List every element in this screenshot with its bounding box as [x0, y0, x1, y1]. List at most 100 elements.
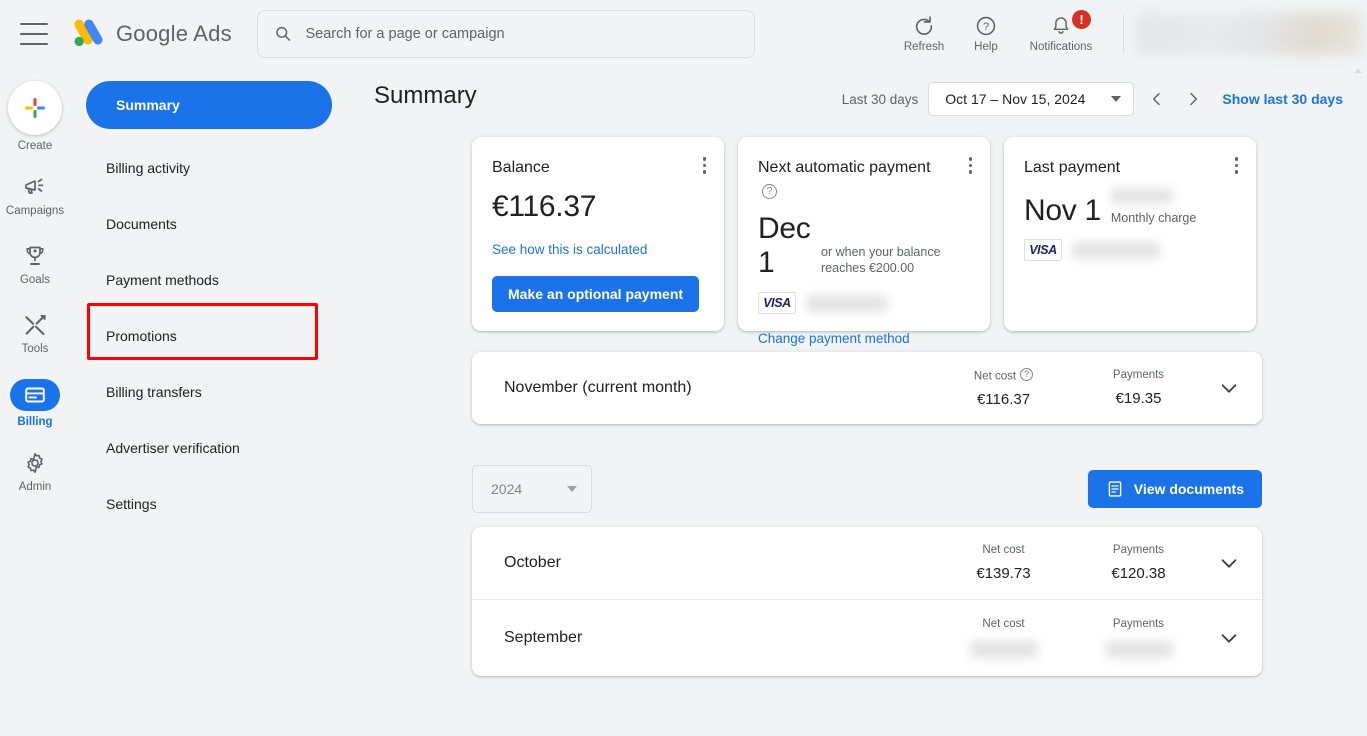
brand-google: Google [116, 20, 189, 46]
expand-september-button[interactable] [1206, 627, 1240, 649]
page-title: Summary [374, 82, 477, 109]
notifications-label: Notifications [1029, 40, 1093, 53]
chevron-down-icon [567, 486, 577, 492]
next-payment-card-number-redacted [806, 294, 888, 312]
balance-card: Balance €116.37 See how this is calculat… [472, 137, 724, 331]
chevron-down-icon [1221, 634, 1237, 643]
payments-label: Payments [1112, 369, 1165, 381]
sidebar-item-billing-transfers[interactable]: Billing transfers [86, 374, 360, 409]
history-month-name-0: October [504, 554, 561, 571]
bell-icon [1053, 16, 1069, 34]
date-range-select[interactable]: Oct 17 – Nov 15, 2024 [928, 82, 1135, 116]
help-icon: ? [976, 16, 996, 35]
balance-amount: €116.37 [492, 190, 597, 223]
search-bar[interactable] [256, 9, 755, 58]
help-label: Help [974, 40, 998, 53]
megaphone-icon [22, 174, 48, 200]
trophy-icon [22, 243, 48, 269]
notification-badge: ! [1072, 9, 1091, 29]
sidebar-label-summary: Summary [116, 97, 180, 113]
net-cost-label: Net cost [982, 544, 1025, 556]
app-header: Google Ads Refresh ? Help [0, 0, 1367, 67]
help-circle-icon[interactable]: ? [762, 183, 777, 199]
history-payments-0: Payments €120.38 [1071, 544, 1206, 582]
table-row[interactable]: November (current month) Net cost? €116.… [472, 352, 1262, 424]
year-select[interactable]: 2024 [472, 465, 592, 513]
history-net-cost-0: Net cost €139.73 [936, 544, 1071, 582]
search-input[interactable] [305, 25, 738, 42]
sidebar-label-advertiser-verification: Advertiser verification [106, 439, 240, 456]
balance-card-menu-icon[interactable] [702, 157, 706, 174]
view-documents-label: View documents [1133, 481, 1244, 497]
history-net-cost-1: Net cost [936, 618, 1071, 658]
header-divider [1123, 14, 1124, 53]
hamburger-icon[interactable] [20, 22, 48, 45]
rail-item-billing[interactable]: Billing [0, 379, 70, 428]
refresh-button[interactable]: Refresh [893, 15, 955, 53]
make-optional-payment-button[interactable]: Make an optional payment [492, 276, 700, 312]
refresh-icon [915, 15, 933, 35]
create-button-circle[interactable] [8, 81, 62, 135]
table-row[interactable]: September Net cost Payments [472, 600, 1262, 676]
billing-active-pill [10, 379, 60, 411]
refresh-label: Refresh [903, 40, 945, 53]
net-cost-label: Net cost [982, 618, 1025, 630]
brand-ads: Ads [193, 20, 232, 46]
last-payment-card-menu-icon[interactable] [1234, 157, 1238, 174]
rail-item-create[interactable]: Create [0, 81, 70, 152]
account-info-redacted[interactable] [1136, 12, 1361, 55]
sidebar-label-billing-transfers: Billing transfers [106, 383, 202, 400]
sidebar-item-advertiser-verification[interactable]: Advertiser verification [86, 430, 360, 465]
change-payment-method-link[interactable]: Change payment method [758, 331, 970, 346]
previous-period-button[interactable] [1144, 86, 1170, 112]
rail-label-goals: Goals [19, 274, 51, 286]
table-row[interactable]: October Net cost €139.73 Payments €120.3… [472, 527, 1262, 599]
google-ads-logo[interactable]: Google Ads [70, 17, 232, 51]
sidebar-item-settings[interactable]: Settings [86, 486, 360, 521]
history-payments-1: Payments [1071, 618, 1206, 658]
next-payment-title-text: Next automatic payment [758, 159, 931, 176]
rail-label-campaigns: Campaigns [5, 205, 65, 217]
net-cost-label-text: Net cost [973, 370, 1017, 383]
summary-cards: Balance €116.37 See how this is calculat… [472, 137, 1256, 346]
expand-october-button[interactable] [1206, 552, 1240, 574]
history-net-cost-value-1-redacted [969, 641, 1038, 658]
last-payment-card-number-redacted [1072, 241, 1160, 259]
date-range-label: Last 30 days [841, 91, 919, 107]
rail-item-goals[interactable]: Goals [0, 243, 70, 286]
scrollbar-up-arrow[interactable] [1351, 64, 1365, 78]
rail-item-admin[interactable]: Admin [0, 450, 70, 493]
sidebar-item-payment-methods[interactable]: Payment methods [86, 262, 360, 297]
notifications-button[interactable]: ! Notifications [1017, 9, 1105, 53]
sidebar-item-billing-activity[interactable]: Billing activity [86, 150, 360, 185]
help-circle-icon[interactable]: ? [1020, 367, 1034, 381]
rail-label-create: Create [17, 140, 53, 152]
current-month-net-cost: Net cost? €116.37 [936, 367, 1071, 409]
next-payment-note: or when your balance reaches €200.00 [821, 245, 941, 275]
rail-item-tools[interactable]: Tools [0, 312, 70, 355]
view-documents-button[interactable]: View documents [1087, 470, 1262, 508]
sidebar-item-promotions[interactable]: Promotions [86, 318, 360, 353]
rail-item-campaigns[interactable]: Campaigns [0, 174, 70, 217]
sidebar-item-summary[interactable]: Summary [86, 81, 332, 129]
history-net-cost-value-0: €139.73 [976, 565, 1031, 582]
net-cost-label: Net cost? [936, 367, 1071, 383]
sidebar-item-documents[interactable]: Documents [86, 206, 360, 241]
next-payment-card-menu-icon[interactable] [968, 157, 972, 174]
current-month-name: November (current month) [504, 379, 692, 396]
current-month-payments-value: €19.35 [1115, 390, 1162, 407]
current-month-net-cost-value: €116.37 [976, 391, 1031, 409]
month-history-card: October Net cost €139.73 Payments €120.3… [472, 527, 1262, 676]
next-period-button[interactable] [1180, 86, 1206, 112]
last-payment-card-title: Last payment [1024, 159, 1121, 176]
rail-label-tools: Tools [21, 343, 49, 355]
help-button[interactable]: ? Help [955, 15, 1017, 53]
show-last-30-days-link[interactable]: Show last 30 days [1222, 91, 1343, 107]
rail-label-billing: Billing [17, 416, 53, 428]
brand-text: Google Ads [116, 21, 232, 47]
expand-current-month-button[interactable] [1206, 377, 1240, 399]
current-month-card: November (current month) Net cost? €116.… [472, 352, 1262, 424]
balance-calculation-link[interactable]: See how this is calculated [492, 242, 704, 257]
date-range-value: Oct 17 – Nov 15, 2024 [945, 91, 1086, 107]
next-automatic-payment-card: Next automatic payment? Dec 1 or when yo… [738, 137, 990, 346]
